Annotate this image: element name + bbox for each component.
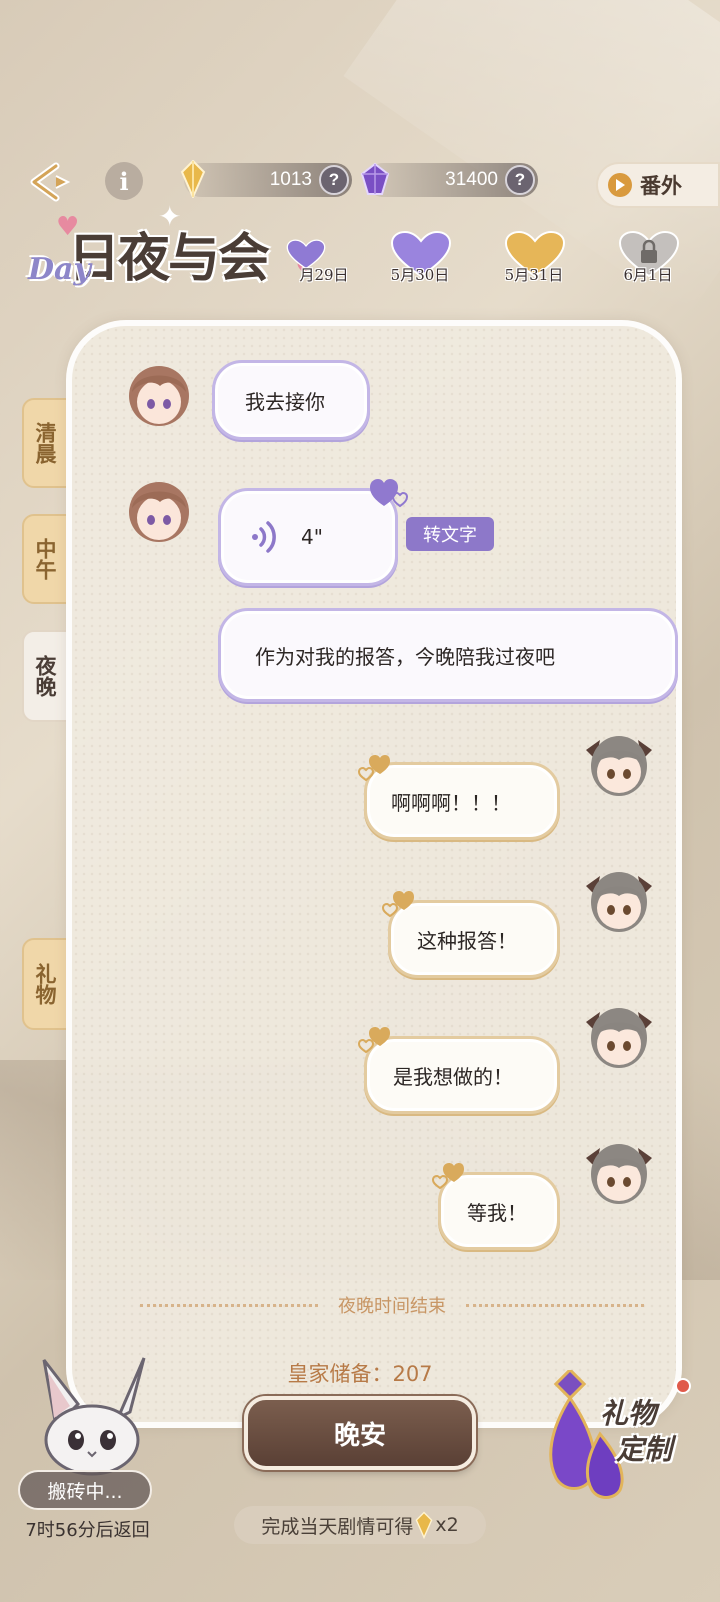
heart-deco-icon [431,1163,464,1190]
notification-dot [675,1378,691,1394]
tab-label: 清晨 [33,422,58,464]
gold-currency: 1013 ? [180,160,352,198]
reward-note: 完成当天剧情可得 x2 [234,1506,486,1544]
voice-duration: 4" [301,525,323,549]
male-avatar [129,366,189,426]
purple-amount: 31400 [445,169,498,190]
heart-deco-icon [381,891,414,918]
tab-night[interactable]: 夜晚 [22,630,68,722]
time-end-text: 夜晚时间结束 [338,1296,446,1317]
gold-amount: 1013 [269,169,312,190]
message-text: 啊啊啊！！！ [391,790,511,815]
heart-deco-icon [357,755,390,782]
female-avatar [586,1008,652,1068]
tab-noon[interactable]: 中午 [22,514,68,604]
tab-label: 中午 [33,538,58,580]
info-icon: i [119,166,129,196]
date-tab-0529[interactable]: 月29日 [262,230,362,290]
gift-custom-button[interactable]: 礼物 定制 [540,1370,720,1520]
tab-label: 礼物 [33,963,58,1005]
message-text: 我去接你 [245,389,325,414]
date-label: 5月30日 [390,266,450,284]
info-button[interactable]: i [105,162,143,200]
date-tab-0601[interactable]: 6月1日 [598,230,698,290]
bunny-companion[interactable] [26,1356,156,1476]
tab-morning[interactable]: 清晨 [22,398,68,488]
logo-title: 日夜与会 [68,228,270,289]
extra-story-label: 番外 [640,173,682,198]
purple-help-button[interactable]: ? [505,165,535,195]
tab-label: 夜晚 [33,655,58,697]
female-avatar [586,1144,652,1204]
back-button[interactable] [26,158,82,206]
date-label: 月29日 [299,266,349,284]
date-label: 6月1日 [623,266,673,284]
message-text: 作为对我的报答，今晚陪我过夜吧 [255,644,555,669]
female-avatar [586,872,652,932]
goodnight-button[interactable]: 晚安 [244,1396,476,1470]
to-text-button[interactable]: 转文字 [406,517,494,551]
gold-crystal-icon [415,1511,433,1539]
divider-line [466,1303,644,1307]
heart-deco-icon [357,1027,390,1054]
message-bubble: 我去接你 [212,360,370,440]
female-avatar [586,736,652,796]
time-end-divider: 夜晚时间结束 [140,1290,644,1320]
message-bubble: 作为对我的报答，今晚陪我过夜吧 [218,608,678,702]
purple-currency: 31400 ? [360,162,538,197]
date-tab-0530[interactable]: 5月30日 [370,230,470,290]
message-text: 等我！ [467,1200,527,1225]
message-text: 是我想做的！ [393,1064,513,1089]
date-label: 5月31日 [504,266,564,284]
message-text: 这种报答！ [417,928,517,953]
extra-story-button[interactable]: 番外 [596,162,720,208]
logo-subtitle: Day [28,252,91,287]
gift-custom-line1: 礼物 [600,1397,657,1430]
message-bubble: 啊啊啊！！！ [364,762,560,840]
message-bubble: 是我想做的！ [364,1036,560,1114]
male-avatar [129,482,189,542]
voice-wave-icon [252,521,276,553]
bunny-return-time: 7时56分后返回 [25,1520,150,1541]
tab-gift[interactable]: 礼物 [22,938,68,1030]
heart-deco-icon [370,479,409,508]
reward-multiplier: x2 [435,1514,459,1536]
date-tab-0531[interactable]: 5月31日 [484,230,584,290]
divider-line [140,1303,318,1307]
gold-help-button[interactable]: ? [319,165,349,195]
bunny-status: 搬砖中... [18,1470,152,1510]
back-arrow-icon [30,162,71,202]
reward-note-text: 完成当天剧情可得 [261,1515,414,1538]
gold-crystal-icon [178,159,208,199]
royal-reserve: 皇家储备：207 [287,1362,433,1386]
play-icon [608,173,632,197]
gift-custom-line2: 定制 [616,1433,673,1466]
purple-gem-icon [360,159,390,199]
